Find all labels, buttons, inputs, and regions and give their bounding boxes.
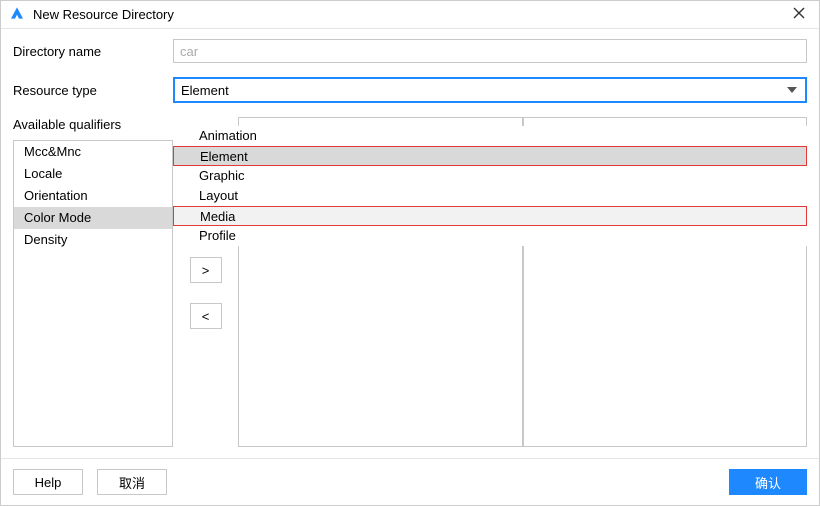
qualifier-density[interactable]: Density bbox=[14, 229, 172, 251]
qualifier-mcc[interactable]: Mcc&Mnc bbox=[14, 141, 172, 163]
option-animation[interactable]: Animation bbox=[173, 126, 807, 146]
option-layout[interactable]: Layout bbox=[173, 186, 807, 206]
dialog-content: Directory name Resource type Element Ava… bbox=[1, 29, 819, 458]
qualifier-orientation[interactable]: Orientation bbox=[14, 185, 172, 207]
move-right-button[interactable]: > bbox=[190, 257, 222, 283]
cancel-button[interactable]: 取消 bbox=[97, 469, 167, 495]
option-media[interactable]: Media bbox=[173, 206, 807, 226]
ok-button[interactable]: 确认 bbox=[729, 469, 807, 495]
resource-type-value: Element bbox=[181, 83, 787, 98]
resource-type-dropdown[interactable]: Animation Element Graphic Layout Media P… bbox=[173, 126, 807, 246]
qualifier-color-mode[interactable]: Color Mode bbox=[14, 207, 172, 229]
chevron-down-icon bbox=[787, 87, 797, 93]
option-profile[interactable]: Profile bbox=[173, 226, 807, 246]
resource-type-combo[interactable]: Element bbox=[173, 77, 807, 103]
qualifiers-column: Available qualifiers Mcc&Mnc Locale Orie… bbox=[13, 117, 173, 447]
titlebar: New Resource Directory bbox=[1, 1, 819, 29]
row-resource-type: Resource type Element bbox=[13, 77, 807, 103]
qualifier-locale[interactable]: Locale bbox=[14, 163, 172, 185]
app-icon bbox=[9, 6, 25, 22]
directory-name-label: Directory name bbox=[13, 44, 173, 59]
close-icon[interactable] bbox=[789, 5, 809, 23]
dialog-footer: Help 取消 确认 bbox=[1, 458, 819, 505]
help-button[interactable]: Help bbox=[13, 469, 83, 495]
row-directory-name: Directory name bbox=[13, 39, 807, 63]
option-element[interactable]: Element bbox=[173, 146, 807, 166]
available-qualifiers-list[interactable]: Mcc&Mnc Locale Orientation Color Mode De… bbox=[13, 140, 173, 447]
dialog-window: New Resource Directory Directory name Re… bbox=[0, 0, 820, 506]
directory-name-input[interactable] bbox=[173, 39, 807, 63]
resource-type-label: Resource type bbox=[13, 83, 173, 98]
dialog-title: New Resource Directory bbox=[33, 7, 789, 22]
option-graphic[interactable]: Graphic bbox=[173, 166, 807, 186]
available-qualifiers-label: Available qualifiers bbox=[13, 117, 173, 132]
move-left-button[interactable]: < bbox=[190, 303, 222, 329]
